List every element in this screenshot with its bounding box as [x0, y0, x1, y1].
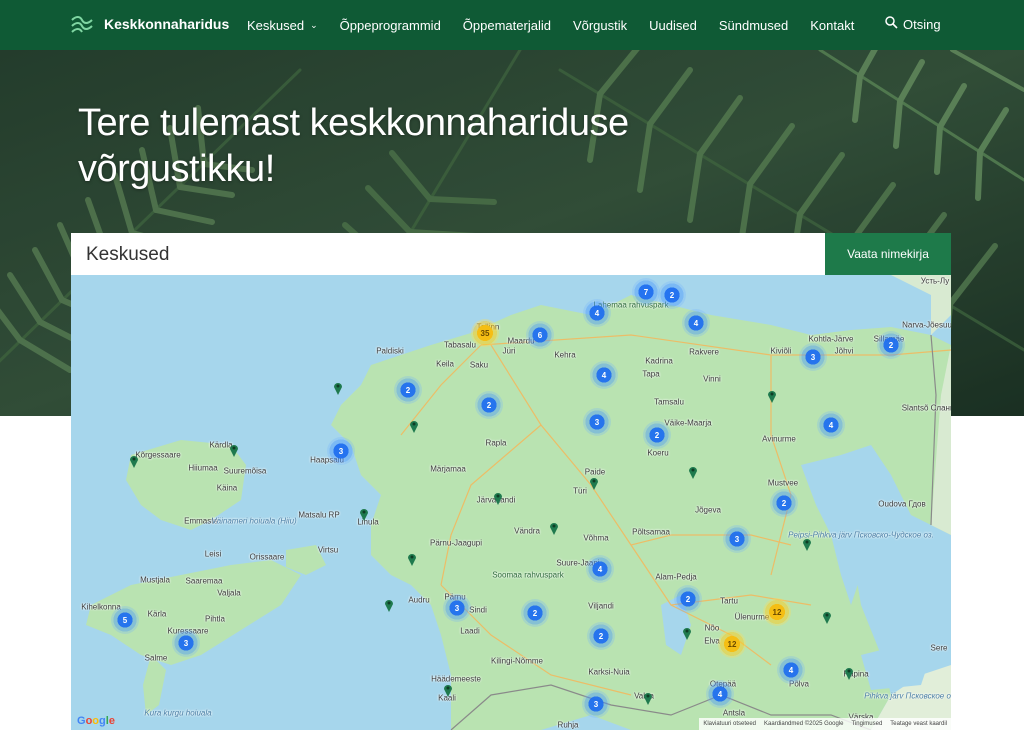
cluster-marker[interactable]: 12 — [763, 598, 791, 626]
cluster-marker[interactable]: 3 — [799, 343, 827, 371]
cluster-marker[interactable]: 2 — [394, 376, 422, 404]
search-label: Otsing — [903, 16, 941, 32]
map-pin-icon[interactable] — [333, 381, 343, 395]
keyboard-shortcuts-link[interactable]: Klaviatuuri otseteed — [703, 721, 756, 727]
cluster-marker[interactable]: 2 — [658, 281, 686, 309]
brand-name: Keskkonnaharidus — [104, 16, 230, 32]
chevron-down-icon: ⌄ — [310, 19, 318, 30]
cluster-marker[interactable]: 4 — [590, 361, 618, 389]
map-pin-icon[interactable] — [359, 507, 369, 521]
map-attribution: Klaviatuuri otseteed Kaardiandmed ©2025 … — [699, 718, 951, 730]
cluster-marker[interactable]: 3 — [582, 690, 610, 718]
cluster-marker[interactable]: 2 — [475, 391, 503, 419]
cluster-marker[interactable]: 4 — [586, 555, 614, 583]
map-pin-icon[interactable] — [822, 610, 832, 624]
cluster-marker[interactable]: 6 — [526, 321, 554, 349]
estonia-map[interactable]: Tallinn Maardu Tabasalu Jüri Paldiski Ke… — [71, 275, 951, 730]
map-pin-icon[interactable] — [229, 443, 239, 457]
nav-item-uudised[interactable]: Uudised — [649, 18, 697, 33]
map-pin-icon[interactable] — [688, 465, 698, 479]
map-pin-icon[interactable] — [767, 389, 777, 403]
google-logo[interactable]: Google — [77, 715, 115, 727]
nav-item-oppeprogrammid[interactable]: Õppeprogrammid — [340, 18, 441, 33]
map-pin-icon[interactable] — [802, 537, 812, 551]
map-card-title: Keskused — [86, 244, 170, 265]
map-pin-icon[interactable] — [443, 683, 453, 697]
map-pin-icon[interactable] — [844, 666, 854, 680]
cluster-marker[interactable]: 3 — [443, 594, 471, 622]
cluster-marker[interactable]: 4 — [817, 411, 845, 439]
cluster-marker[interactable]: 2 — [587, 622, 615, 650]
cluster-marker[interactable]: 4 — [777, 656, 805, 684]
cluster-marker[interactable]: 5 — [111, 606, 139, 634]
cluster-marker[interactable]: 12 — [718, 630, 746, 658]
view-list-button[interactable]: Vaata nimekirja — [825, 233, 951, 275]
cluster-marker[interactable]: 35 — [471, 319, 499, 347]
cluster-marker[interactable]: 2 — [770, 489, 798, 517]
map-card-header: Keskused Vaata nimekirja — [71, 233, 951, 275]
search-icon — [885, 16, 898, 32]
cluster-marker[interactable]: 2 — [521, 599, 549, 627]
map-pin-icon[interactable] — [409, 419, 419, 433]
main-menu: Keskused ⌄ Õppeprogrammid Õppematerjalid… — [247, 0, 876, 50]
cluster-marker[interactable]: 2 — [674, 585, 702, 613]
cluster-marker[interactable]: 3 — [172, 629, 200, 657]
map-pin-icon[interactable] — [384, 598, 394, 612]
nav-item-vorgustik[interactable]: Võrgustik — [573, 18, 627, 33]
map-pin-icon[interactable] — [643, 691, 653, 705]
cluster-marker[interactable]: 2 — [877, 331, 905, 359]
map-pin-icon[interactable] — [682, 626, 692, 640]
search-button[interactable]: Otsing — [885, 16, 941, 32]
brand-logo-link[interactable]: Keskkonnaharidus — [70, 12, 229, 36]
cluster-marker[interactable]: 2 — [643, 421, 671, 449]
terms-link[interactable]: Tingimused — [852, 721, 883, 727]
nav-item-sundmused[interactable]: Sündmused — [719, 18, 788, 33]
hero-title: Tere tulemast keskkonnahariduse võrgusti… — [78, 102, 629, 190]
nav-item-oppematerjalid[interactable]: Õppematerjalid — [463, 18, 551, 33]
map-pin-icon[interactable] — [549, 521, 559, 535]
nav-item-keskused[interactable]: Keskused ⌄ — [247, 18, 318, 33]
map-data-credit: Kaardiandmed ©2025 Google — [764, 721, 844, 727]
nav-item-kontakt[interactable]: Kontakt — [810, 18, 854, 33]
cluster-marker[interactable]: 3 — [583, 408, 611, 436]
map-pin-icon[interactable] — [129, 454, 139, 468]
report-error-link[interactable]: Teatage veast kaardil — [890, 721, 947, 727]
map-pin-icon[interactable] — [407, 552, 417, 566]
map-pin-icon[interactable] — [589, 476, 599, 490]
map-base — [71, 275, 951, 730]
cluster-marker[interactable]: 4 — [583, 299, 611, 327]
centers-map-card: Keskused Vaata nimekirja Maardu Tabasalu… — [71, 233, 951, 730]
top-navigation: Keskkonnaharidus Keskused ⌄ Õppeprogramm… — [0, 0, 1024, 50]
cluster-marker[interactable]: 3 — [723, 525, 751, 553]
cluster-marker[interactable]: 4 — [682, 309, 710, 337]
cluster-marker[interactable]: 4 — [706, 680, 734, 708]
cluster-marker[interactable]: 3 — [327, 437, 355, 465]
map-pin-icon[interactable] — [493, 491, 503, 505]
wave-logo-icon — [70, 12, 94, 36]
cluster-marker[interactable]: 7 — [632, 278, 660, 306]
